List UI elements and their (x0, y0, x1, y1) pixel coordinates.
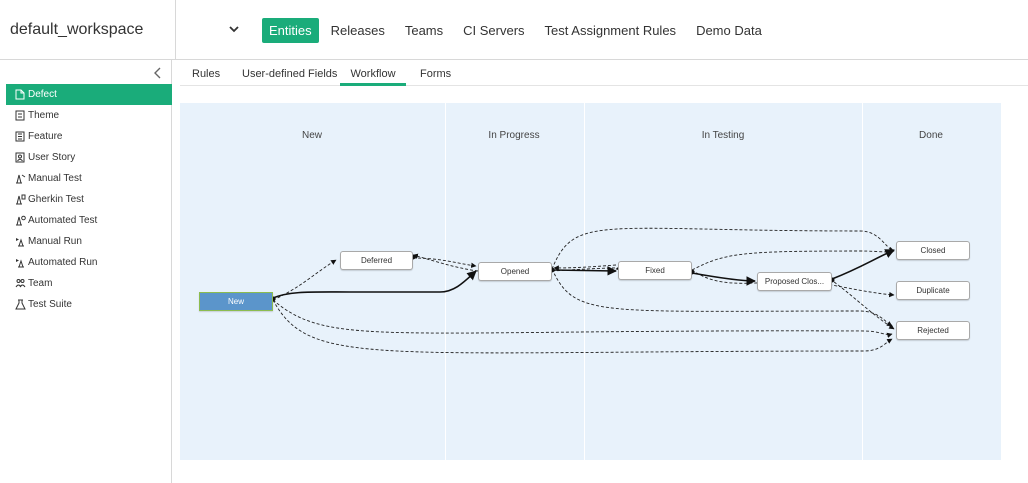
transition-new-duplicate (272, 299, 893, 338)
user-story-icon (14, 152, 26, 164)
workspace-name: default_workspace (10, 21, 144, 38)
nav-teams[interactable]: Teams (397, 19, 451, 42)
transition-proposed-closed (831, 249, 895, 280)
top-bar: default_workspace Entities Releases Team… (0, 0, 1028, 60)
team-icon (14, 278, 26, 290)
node-opened[interactable]: Opened (478, 262, 552, 281)
node-duplicate[interactable]: Duplicate (896, 281, 970, 300)
top-nav: Entities Releases Teams CI Servers Test … (262, 18, 774, 43)
settings-subtabs: Rules User-defined Fields Workflow Forms (180, 60, 1028, 86)
sidebar-item-label: Automated Test (28, 215, 98, 226)
sidebar-item-label: Theme (28, 110, 60, 121)
sidebar-item-manual-run[interactable]: Manual Run (6, 231, 172, 252)
node-proposed-close[interactable]: Proposed Clos... (757, 272, 832, 291)
sidebar-item-manual-test[interactable]: Manual Test (6, 168, 172, 189)
theme-icon (14, 110, 26, 122)
entity-sidebar: Defect Theme Feature User Story Manual T… (6, 60, 172, 483)
sidebar-item-label: Team (28, 278, 53, 289)
sidebar-item-test-suite[interactable]: Test Suite (6, 294, 172, 315)
nav-demo-data[interactable]: Demo Data (688, 19, 770, 42)
sidebar-item-user-story[interactable]: User Story (6, 147, 172, 168)
automated-test-icon (14, 215, 26, 227)
sidebar-item-gherkin-test[interactable]: Gherkin Test (6, 189, 172, 210)
transition-opened-fixed (551, 266, 617, 276)
manual-run-icon (14, 236, 26, 248)
sidebar-item-automated-test[interactable]: Automated Test (6, 210, 172, 231)
entity-list: Defect Theme Feature User Story Manual T… (6, 84, 172, 315)
transition-deferred-opened (412, 257, 477, 268)
node-fixed[interactable]: Fixed (618, 261, 692, 280)
automated-run-icon (14, 257, 26, 269)
workflow-canvas: New In Progress In Testing Done New Defe… (180, 103, 1001, 460)
tab-workflow[interactable]: Workflow (340, 68, 406, 86)
sidebar-item-label: Test Suite (28, 299, 72, 310)
chevron-left-icon[interactable] (154, 66, 162, 82)
sidebar-item-label: Manual Run (28, 236, 82, 247)
transition-fixed-closed (691, 249, 895, 271)
transition-proposed-rejected (829, 278, 895, 330)
gherkin-test-icon (14, 194, 26, 206)
workflow-transitions (270, 227, 895, 354)
tab-rules[interactable]: Rules (192, 68, 220, 80)
sidebar-item-label: Automated Run (28, 257, 98, 268)
transition-opened-closed (551, 227, 895, 270)
nav-test-assignment-rules[interactable]: Test Assignment Rules (537, 19, 685, 42)
transition-new-opened (272, 270, 477, 299)
node-rejected[interactable]: Rejected (896, 321, 970, 340)
transition-fixed-proposed (691, 272, 756, 286)
chevron-down-icon[interactable] (229, 22, 239, 36)
tab-forms[interactable]: Forms (420, 68, 451, 80)
sidebar-item-defect[interactable]: Defect (6, 84, 172, 105)
tab-user-defined-fields[interactable]: User-defined Fields (242, 68, 337, 80)
sidebar-item-automated-run[interactable]: Automated Run (6, 252, 172, 273)
sidebar-item-label: Gherkin Test (28, 194, 84, 205)
defect-icon (14, 89, 26, 101)
sidebar-item-label: Defect (28, 89, 57, 100)
workspace-selector[interactable]: default_workspace (0, 0, 176, 60)
feature-icon (14, 131, 26, 143)
manual-test-icon (14, 173, 26, 185)
node-closed[interactable]: Closed (896, 241, 970, 260)
node-new[interactable]: New (199, 292, 273, 311)
sidebar-item-label: Manual Test (28, 173, 82, 184)
nav-ci-servers[interactable]: CI Servers (455, 19, 532, 42)
transition-new-deferred (272, 259, 337, 301)
sidebar-item-label: Feature (28, 131, 63, 142)
sidebar-item-label: User Story (28, 152, 76, 163)
sidebar-item-theme[interactable]: Theme (6, 105, 172, 126)
nav-entities[interactable]: Entities (262, 18, 319, 43)
transition-opened-deferred (412, 253, 479, 272)
node-deferred[interactable]: Deferred (340, 251, 413, 270)
sidebar-item-feature[interactable]: Feature (6, 126, 172, 147)
sidebar-item-team[interactable]: Team (6, 273, 172, 294)
transition-fixed-opened (553, 264, 617, 271)
test-suite-icon (14, 299, 26, 311)
transition-new-rejected (272, 299, 893, 354)
nav-releases[interactable]: Releases (323, 19, 393, 42)
